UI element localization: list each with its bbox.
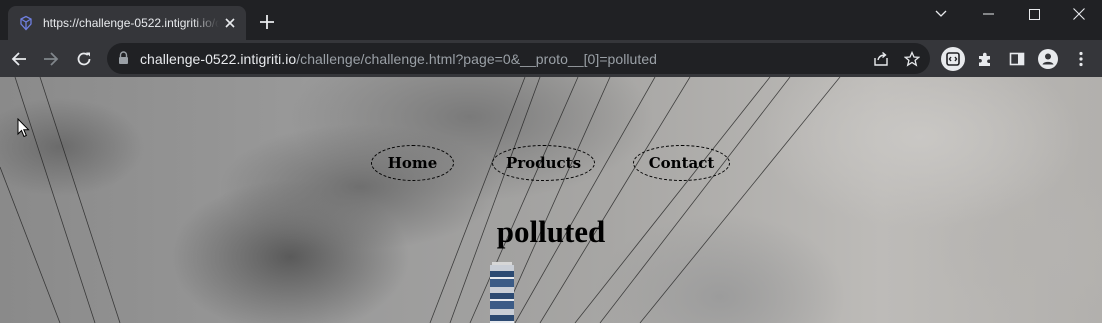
mouse-cursor-icon (17, 118, 30, 138)
address-bar[interactable]: challenge-0522.intigriti.io/challenge/ch… (107, 43, 930, 74)
intigriti-logo-icon (18, 15, 34, 31)
share-icon[interactable] (871, 49, 891, 69)
close-tab-icon[interactable] (222, 15, 238, 31)
page-heading: polluted (496, 214, 606, 249)
new-tab-plus-icon[interactable] (257, 12, 277, 32)
puzzle-extensions-icon[interactable] (973, 47, 997, 71)
tab-title: https://challenge-0522.intigriti.io/chal… (43, 16, 219, 30)
profile-icon[interactable] (1036, 47, 1060, 71)
kebab-menu-icon[interactable] (1069, 47, 1093, 71)
nav-contact-link[interactable]: Contact (633, 145, 730, 181)
title-bar: https://challenge-0522.intigriti.io/chal… (0, 0, 1102, 40)
chevron-down-icon[interactable] (918, 0, 964, 28)
nav-home-link[interactable]: Home (371, 145, 454, 181)
star-icon[interactable] (902, 49, 922, 69)
forward-arrow-icon[interactable] (39, 47, 63, 71)
page-viewport: Home Products Contact polluted (0, 77, 1102, 323)
lock-icon[interactable] (118, 51, 132, 66)
url-path: /challenge/challenge.html?page=0&__proto… (296, 51, 657, 67)
reload-icon[interactable] (72, 47, 96, 71)
minimize-icon[interactable] (965, 0, 1011, 28)
maximize-icon[interactable] (1011, 0, 1057, 28)
url-host: challenge-0522.intigriti.io (140, 51, 297, 67)
browser-toolbar: challenge-0522.intigriti.io/challenge/ch… (0, 40, 1102, 77)
url-text: challenge-0522.intigriti.io/challenge/ch… (140, 51, 657, 67)
browser-tab[interactable]: https://challenge-0522.intigriti.io/chal… (8, 6, 246, 40)
back-arrow-icon[interactable] (7, 47, 31, 71)
power-lines-background (0, 77, 841, 323)
side-panel-icon[interactable] (1005, 47, 1029, 71)
nav-products-link[interactable]: Products (492, 145, 595, 181)
extension-badge-icon[interactable] (941, 47, 965, 71)
close-icon[interactable] (1056, 0, 1102, 28)
smokestack-image (490, 265, 514, 323)
